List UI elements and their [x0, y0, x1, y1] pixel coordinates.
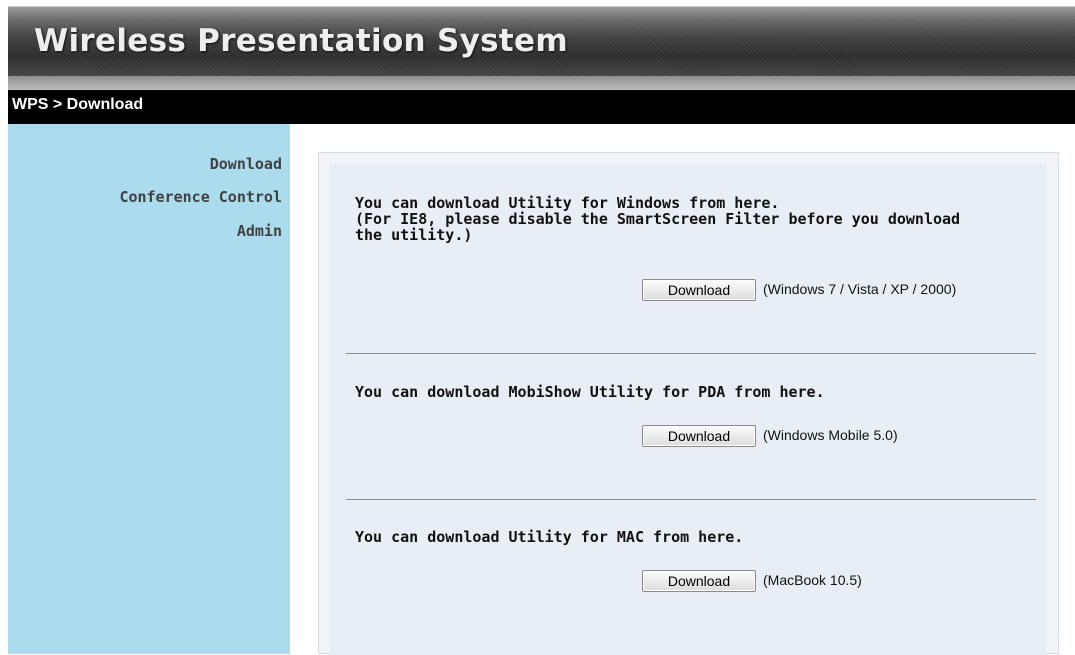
- section-divider: [346, 353, 1036, 354]
- header-band: [8, 76, 1075, 90]
- pda-download-button[interactable]: Download: [642, 425, 756, 447]
- pda-requirement: (Windows Mobile 5.0): [763, 427, 898, 443]
- windows-download-note-cont: the utility.): [355, 226, 473, 244]
- mac-download-message: You can download Utility for MAC from he…: [355, 528, 744, 546]
- sidebar-item-admin[interactable]: Admin: [237, 222, 282, 240]
- windows-requirement: (Windows 7 / Vista / XP / 2000): [763, 281, 957, 297]
- app-title: Wireless Presentation System: [34, 23, 568, 59]
- sidebar-item-conference-control[interactable]: Conference Control: [119, 188, 282, 206]
- sidebar-item-download[interactable]: Download: [210, 155, 282, 173]
- windows-download-note: (For IE8, please disable the SmartScreen…: [355, 210, 961, 228]
- download-panel-inner: You can download Utility for Windows fro…: [329, 163, 1047, 655]
- app-header: Wireless Presentation System: [8, 6, 1075, 77]
- breadcrumb-bar: WPS > Download: [8, 90, 1075, 124]
- download-panel: You can download Utility for Windows fro…: [318, 152, 1059, 655]
- section-divider: [346, 499, 1036, 500]
- windows-download-message: You can download Utility for Windows fro…: [355, 194, 780, 212]
- mac-download-button[interactable]: Download: [642, 570, 756, 592]
- sidebar: Download Conference Control Admin: [8, 124, 290, 654]
- mac-requirement: (MacBook 10.5): [763, 572, 862, 588]
- windows-download-button[interactable]: Download: [642, 279, 756, 301]
- breadcrumb: WPS > Download: [12, 96, 144, 113]
- pda-download-message: You can download MobiShow Utility for PD…: [355, 383, 825, 401]
